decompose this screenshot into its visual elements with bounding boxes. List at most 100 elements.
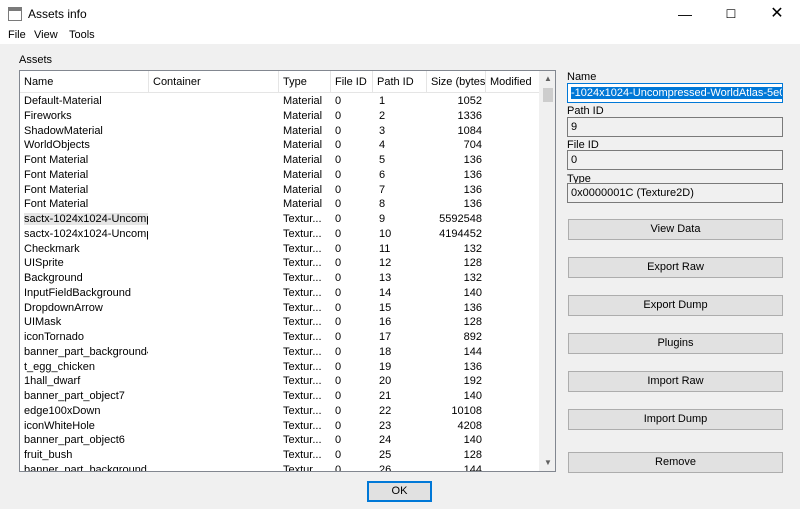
cell-size: 1052 (427, 94, 482, 109)
import-raw-button[interactable]: Import Raw (568, 371, 783, 392)
scrollbar-thumb[interactable] (543, 88, 553, 102)
table-row[interactable]: Font Material Material 0 7 136 (20, 183, 539, 198)
cell-size-text: 128 (463, 449, 482, 461)
table-row[interactable]: Font Material Material 0 6 136 (20, 168, 539, 183)
vertical-scrollbar[interactable]: ▲ ▼ (539, 71, 555, 471)
cell-file-id: 0 (335, 271, 371, 286)
cell-file-id-text: 0 (335, 228, 342, 240)
cell-name: Default-Material (24, 94, 148, 109)
menu-tools[interactable]: Tools (69, 29, 95, 41)
cell-file-id-text: 0 (335, 316, 342, 328)
cell-size: 128 (427, 315, 482, 330)
cell-name-text: ShadowMaterial (24, 125, 103, 137)
title-bar: Assets info — ☐ ✕ (0, 0, 800, 28)
cell-name: Checkmark (24, 242, 148, 257)
table-row[interactable]: Background Textur... 0 13 132 (20, 271, 539, 286)
column-header-type[interactable]: Type (279, 71, 331, 93)
table-row[interactable]: ShadowMaterial Material 0 3 1084 (20, 124, 539, 139)
cell-file-id-text: 0 (335, 213, 342, 225)
path-id-field[interactable]: 9 (567, 117, 783, 137)
column-header-name[interactable]: Name (20, 71, 149, 93)
table-row[interactable]: DropdownArrow Textur... 0 15 136 (20, 301, 539, 316)
table-row[interactable]: Font Material Material 0 5 136 (20, 153, 539, 168)
cell-file-id-text: 0 (335, 95, 342, 107)
cell-type-text: Textur... (283, 243, 322, 255)
cell-file-id: 0 (335, 463, 371, 471)
cell-size: 136 (427, 197, 482, 212)
table-row[interactable]: banner_part_object7 Textur... 0 21 140 (20, 389, 539, 404)
table-row[interactable]: Fireworks Material 0 2 1336 (20, 109, 539, 124)
file-id-field[interactable]: 0 (567, 150, 783, 170)
scroll-up-arrow-icon[interactable]: ▲ (540, 71, 555, 87)
cell-path-id: 16 (379, 315, 425, 330)
table-row[interactable]: UIMask Textur... 0 16 128 (20, 315, 539, 330)
table-row[interactable]: t_egg_chicken Textur... 0 19 136 (20, 360, 539, 375)
table-row[interactable]: sactx-1024x1024-Uncompr... Textur... 0 10 41… (20, 227, 539, 242)
cell-name: Font Material (24, 168, 148, 183)
table-row[interactable]: InputFieldBackground Textur... 0 14 140 (20, 286, 539, 301)
cell-path-id: 25 (379, 448, 425, 463)
cell-type-text: Textur... (283, 228, 322, 240)
cell-size: 144 (427, 463, 482, 471)
menu-file[interactable]: File (8, 29, 26, 41)
window-title: Assets info (28, 7, 87, 21)
column-header-size[interactable]: Size (bytes) (427, 71, 486, 93)
maximize-button[interactable]: ☐ (708, 0, 754, 28)
cell-name-text: t_egg_chicken (24, 361, 95, 373)
table-row[interactable]: Default-Material Material 0 1 1052 (20, 94, 539, 109)
cell-modified (490, 212, 538, 227)
import-dump-button[interactable]: Import Dump (568, 409, 783, 430)
column-header-modified[interactable]: Modified (486, 71, 539, 93)
cell-file-id: 0 (335, 212, 371, 227)
export-dump-button[interactable]: Export Dump (568, 295, 783, 316)
plugins-button[interactable]: Plugins (568, 333, 783, 354)
table-row[interactable]: banner_part_background1 Textur... 0 26 144 (20, 463, 539, 471)
table-row[interactable]: banner_part_object6 Textur... 0 24 140 (20, 433, 539, 448)
menu-view[interactable]: View (34, 29, 58, 41)
cell-modified (490, 197, 538, 212)
close-button[interactable]: ✕ (754, 0, 800, 28)
minimize-button[interactable]: — (662, 0, 708, 28)
cell-size-text: 136 (463, 169, 482, 181)
export-raw-button[interactable]: Export Raw (568, 257, 783, 278)
table-row[interactable]: Font Material Material 0 8 136 (20, 197, 539, 212)
cell-size: 144 (427, 345, 482, 360)
cell-file-id-text: 0 (335, 302, 342, 314)
cell-name-text: edge100xDown (24, 405, 101, 417)
scroll-down-arrow-icon[interactable]: ▼ (540, 455, 555, 471)
type-field[interactable]: 0x0000001C (Texture2D) (567, 183, 783, 203)
table-row[interactable]: sactx-1024x1024-Uncompr... Textur... 0 9 559… (20, 212, 539, 227)
cell-name-text: DropdownArrow (24, 302, 103, 314)
cell-path-id: 23 (379, 419, 425, 434)
table-row[interactable]: edge100xDown Textur... 0 22 10108 (20, 404, 539, 419)
cell-size-text: 128 (463, 257, 482, 269)
table-row[interactable]: Checkmark Textur... 0 11 132 (20, 242, 539, 257)
view-data-button[interactable]: View Data (568, 219, 783, 240)
column-header-container[interactable]: Container (149, 71, 279, 93)
ok-button[interactable]: OK (367, 481, 432, 502)
cell-name-text: iconWhiteHole (24, 420, 95, 432)
table-row[interactable]: iconTornado Textur... 0 17 892 (20, 330, 539, 345)
table-row[interactable]: iconWhiteHole Textur... 0 23 4208 (20, 419, 539, 434)
cell-file-id-text: 0 (335, 184, 342, 196)
cell-name-text: Background (24, 272, 83, 284)
cell-name: Font Material (24, 197, 148, 212)
name-field[interactable]: -1024x1024-Uncompressed-WorldAtlas-5e083… (567, 83, 783, 103)
table-row[interactable]: banner_part_background4 Textur... 0 18 144 (20, 345, 539, 360)
table-row[interactable]: UISprite Textur... 0 12 128 (20, 256, 539, 271)
cell-file-id: 0 (335, 168, 371, 183)
table-row[interactable]: WorldObjects Material 0 4 704 (20, 138, 539, 153)
cell-path-id: 6 (379, 168, 425, 183)
remove-button[interactable]: Remove (568, 452, 783, 473)
cell-path-id-text: 18 (379, 346, 392, 358)
column-header-path-id[interactable]: Path ID (373, 71, 427, 93)
cell-type-text: Textur... (283, 287, 322, 299)
cell-size-text: 136 (463, 361, 482, 373)
cell-file-id-text: 0 (335, 331, 342, 343)
cell-name-text: UIMask (24, 316, 62, 328)
cell-container (153, 94, 277, 109)
column-header-file-id[interactable]: File ID (331, 71, 373, 93)
table-row[interactable]: fruit_bush Textur... 0 25 128 (20, 448, 539, 463)
table-row[interactable]: 1hall_dwarf Textur... 0 20 192 (20, 374, 539, 389)
cell-container (153, 286, 277, 301)
